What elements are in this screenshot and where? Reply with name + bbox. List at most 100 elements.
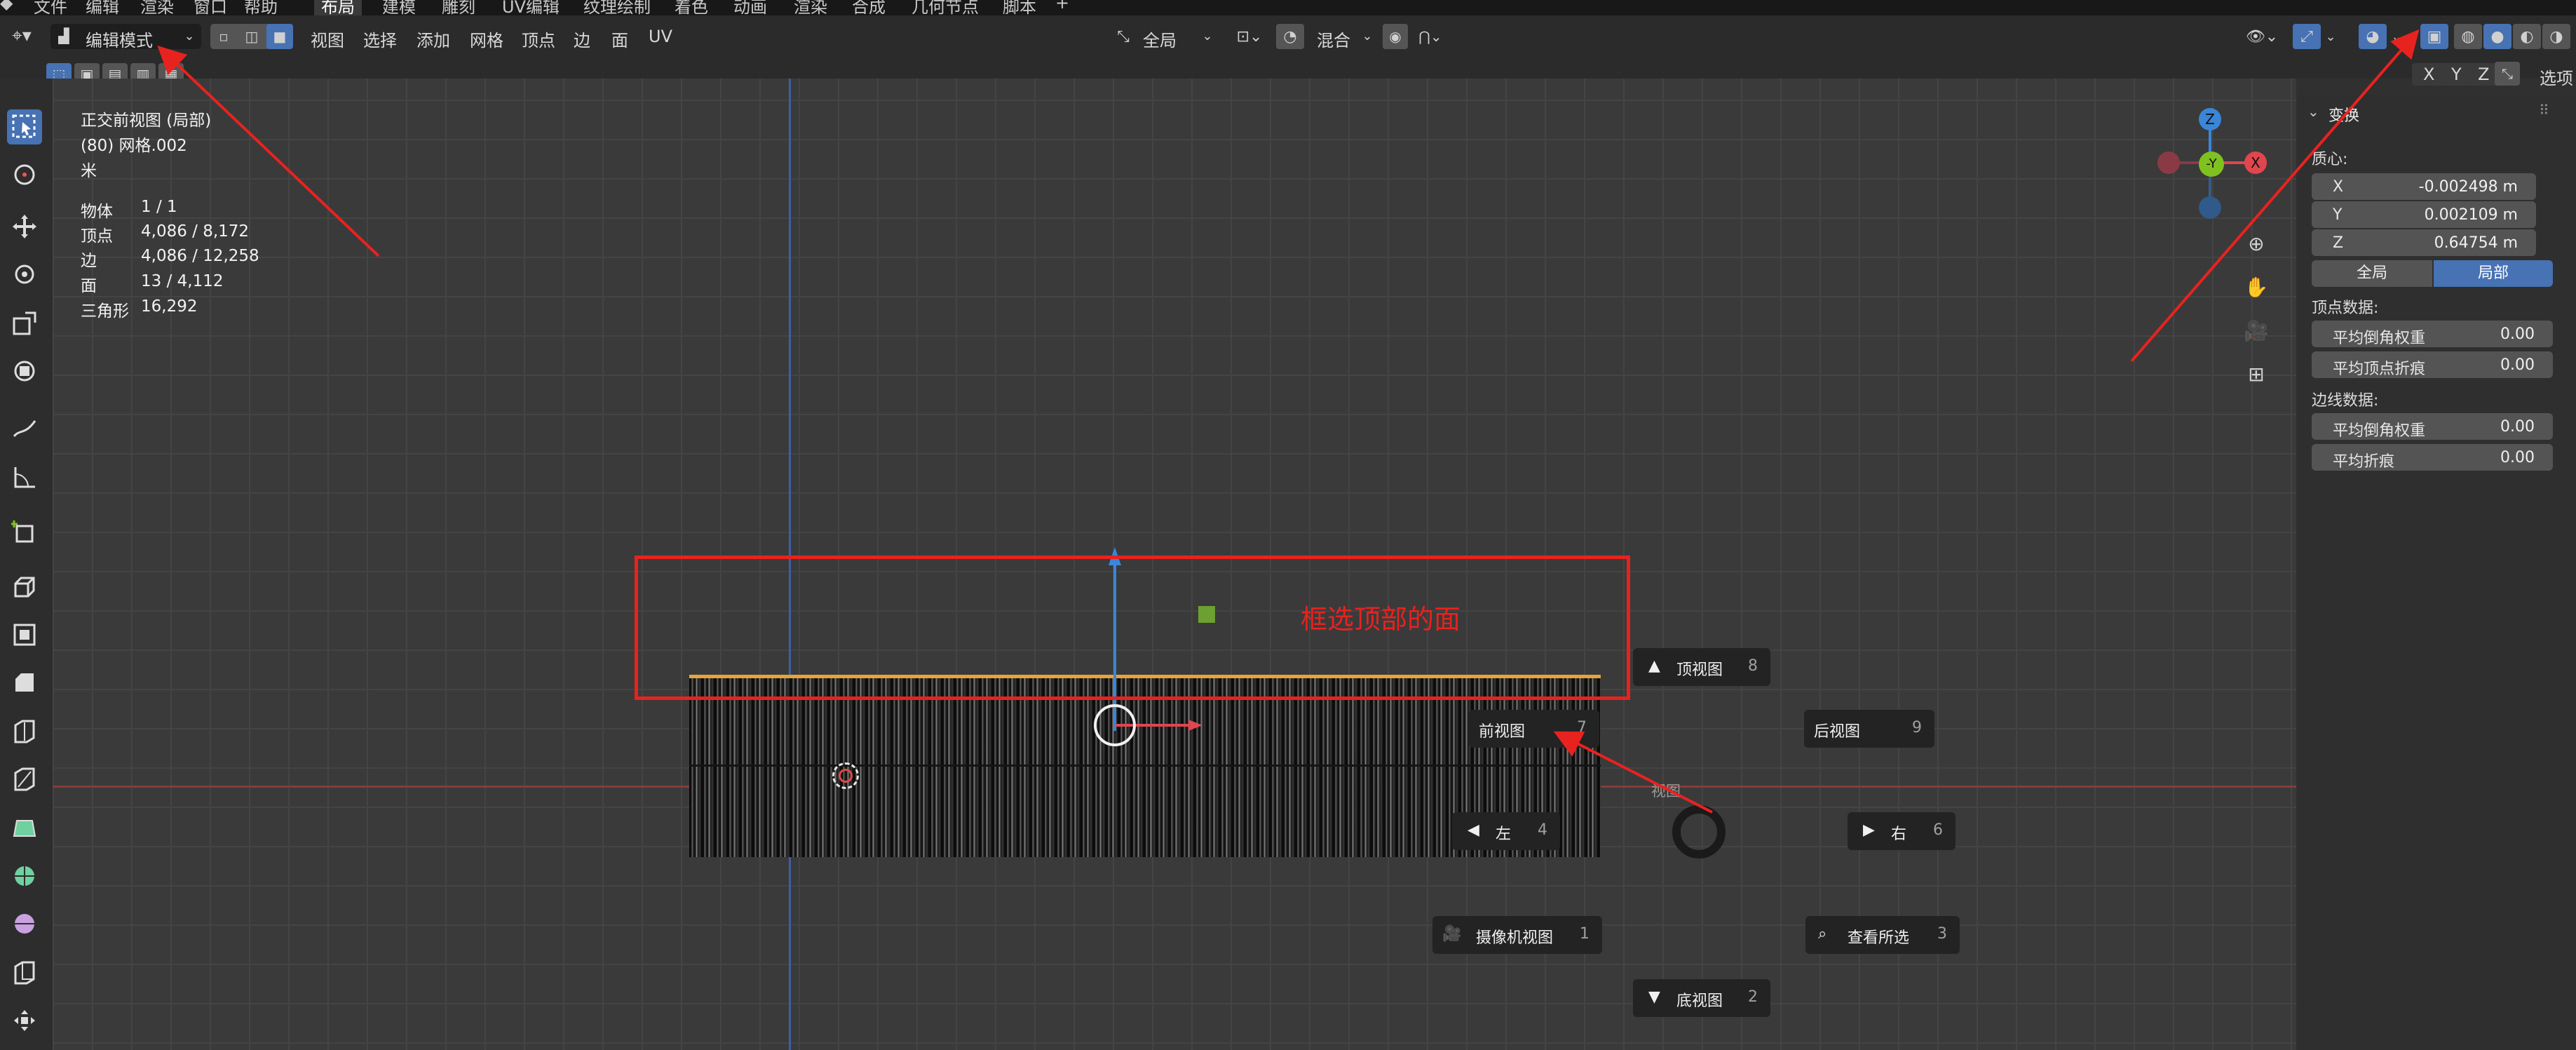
gizmo-neg-x-axis[interactable] [2157,152,2180,174]
3d-viewport[interactable]: 框选顶部的面 正交前视图 (局部) (80) 网格.002 米 物体 1 / 1… [53,79,2296,1050]
object-name: (80) 网格.002 [81,137,187,155]
pie-right-view-button[interactable]: ▶ 右 6 [1848,812,1955,850]
measure-tool-icon[interactable] [7,460,42,495]
triangle-up-icon: ▲ [1648,657,1660,675]
menu-mesh[interactable]: 网格 [470,27,503,51]
face-select-icon[interactable]: ■ [266,24,293,49]
rotate-tool-icon[interactable] [7,257,42,292]
median-y-field[interactable]: Y 0.002109 m [2312,201,2536,228]
proportional-label: 混合 [1317,31,1350,51]
edge-mean-crease-field[interactable]: 平均折痕 0.00 [2312,444,2553,471]
material-shading-icon[interactable]: ◐ [2513,24,2541,49]
mode-selector[interactable]: ▟ 编辑模式 ⌄ [50,24,201,51]
zoom-icon[interactable]: ⊕ [2239,226,2274,261]
mean-vertex-crease-field[interactable]: 平均顶点折痕 0.00 [2312,351,2553,378]
space-tab-local[interactable]: 局部 [2434,260,2553,287]
add-cube-tool-icon[interactable] [7,515,42,550]
gizmo-toggle-icon[interactable]: ⤢ [2293,24,2321,49]
annotation-selection-box [635,556,1630,700]
chevron-down-icon[interactable]: ⌄ [2322,24,2339,49]
spin-tool-icon[interactable] [7,859,42,894]
inset-tool-icon[interactable] [7,617,42,652]
edge-select-icon[interactable]: ◫ [238,24,265,49]
axis-y-toggle[interactable]: Y [2451,65,2462,84]
gizmo-neg-z-axis[interactable] [2199,196,2221,219]
median-z-field[interactable]: Z 0.64754 m [2312,229,2536,256]
stat-label: 三角形 [81,302,129,321]
sidebar-n-panel: ⌄ 变换 ⠿ 质心: X -0.002498 m Y 0.002109 m Z … [2296,95,2576,1050]
proportional-dropdown[interactable]: 混合 ⌄ [1310,24,1380,51]
median-x-field[interactable]: X -0.002498 m [2312,173,2536,200]
pan-hand-icon[interactable]: ✋ [2239,269,2274,304]
stat-label: 边 [81,252,97,270]
camera-view-icon[interactable]: 🎥 [2239,313,2274,348]
transform-tool-icon[interactable] [7,354,42,389]
overlays-icon[interactable]: ◕ [2359,24,2387,49]
edge-slide-tool-icon[interactable] [7,955,42,990]
menu-select[interactable]: 选择 [363,27,397,51]
gizmo-x-axis[interactable]: X [2244,152,2267,174]
rendered-shading-icon[interactable]: ◑ [2542,24,2570,49]
pie-front-view-button[interactable]: 前视图 7 [1469,710,1599,748]
menu-vertex[interactable]: 顶点 [522,27,555,51]
auto-merge-icon[interactable]: ⤡ [2495,62,2520,86]
pie-camera-view-button[interactable]: 🎥 摄像机视图 1 [1432,916,1602,954]
pie-left-view-button[interactable]: ◀ 左 4 [1452,812,1560,850]
menu-uv[interactable]: UV [649,27,672,46]
poly-build-tool-icon[interactable] [7,811,42,846]
orientation-dropdown[interactable]: 全局 ⌄ [1136,24,1220,51]
stat-value: 4,086 / 8,172 [141,222,250,241]
pie-back-view-button[interactable]: 后视图 9 [1804,710,1934,748]
menu-add[interactable]: 添加 [416,27,450,51]
xray-toggle-icon[interactable]: ▣ [2420,24,2448,49]
mean-bevel-weight-field[interactable]: 平均倒角权重 0.00 [2312,321,2553,347]
add-workspace-button[interactable]: + [1055,0,1069,13]
wireframe-shading-icon[interactable]: ◍ [2454,24,2482,49]
edge-mean-bevel-weight-field[interactable]: 平均倒角权重 0.00 [2312,413,2553,440]
pie-view-selected-button[interactable]: ⌕ 查看所选 3 [1805,916,1960,954]
chevron-down-icon[interactable]: ⌄ [2307,103,2319,120]
space-tab-global[interactable]: 全局 [2312,260,2432,287]
move-tool-icon[interactable] [7,209,42,244]
triangle-left-icon: ◀ [1467,821,1479,839]
orientation-label: 全局 [1143,31,1177,51]
gizmo-z-axis[interactable]: Z [2199,108,2221,130]
scale-tool-icon[interactable] [7,306,42,341]
cursor-tool-icon[interactable] [7,157,42,192]
mesh-mid-edge [689,765,1601,767]
smooth-tool-icon[interactable] [7,906,42,941]
perspective-grid-icon[interactable]: ⊞ [2239,356,2274,391]
stat-label: 顶点 [81,227,113,245]
editor-type-icon[interactable]: ⌖▾ [4,24,39,48]
vertex-data-label: 顶点数据: [2312,299,2379,317]
visibility-eye-icon[interactable]: 👁⌄ [2242,24,2282,49]
axis-x-toggle[interactable]: X [2423,65,2434,84]
shrink-fatten-tool-icon[interactable] [7,1003,42,1038]
knife-tool-icon[interactable] [7,762,42,797]
panel-title[interactable]: 变换 [2328,103,2359,126]
menu-edge[interactable]: 边 [574,27,590,51]
extrude-tool-icon[interactable] [7,570,42,605]
chevron-down-icon[interactable]: ⌄ [2388,24,2405,49]
loop-cut-tool-icon[interactable] [7,714,42,749]
pie-top-view-button[interactable]: ▲ 顶视图 8 [1633,648,1770,686]
proportional-edit-icon[interactable]: ◉ [1383,24,1408,49]
select-box-tool-icon[interactable] [7,109,42,144]
pivot-point-icon[interactable]: ⊡⌄ [1228,24,1270,49]
options-menu[interactable]: 选项 [2540,65,2573,89]
stat-label: 物体 [81,203,113,221]
gizmo-neg-y-axis[interactable]: -Y [2199,152,2224,177]
solid-shading-icon[interactable]: ● [2483,24,2511,49]
axis-z-toggle[interactable]: Z [2478,65,2489,84]
bevel-tool-icon[interactable] [7,665,42,700]
menu-view[interactable]: 视图 [311,27,344,51]
pie-menu-title: 视图 [1651,783,1681,800]
drag-handle-icon[interactable]: ⠿ [2539,102,2549,119]
snap-icon[interactable]: ◔ [1276,24,1304,49]
pie-bottom-view-button[interactable]: ▼ 底视图 2 [1633,979,1770,1017]
vertex-select-icon[interactable]: ▫ [210,24,237,49]
blender-logo-icon[interactable]: ◆ [0,0,13,13]
falloff-icon[interactable]: ⋂⌄ [1411,24,1450,49]
annotate-tool-icon[interactable] [7,411,42,446]
menu-face[interactable]: 面 [611,27,628,51]
